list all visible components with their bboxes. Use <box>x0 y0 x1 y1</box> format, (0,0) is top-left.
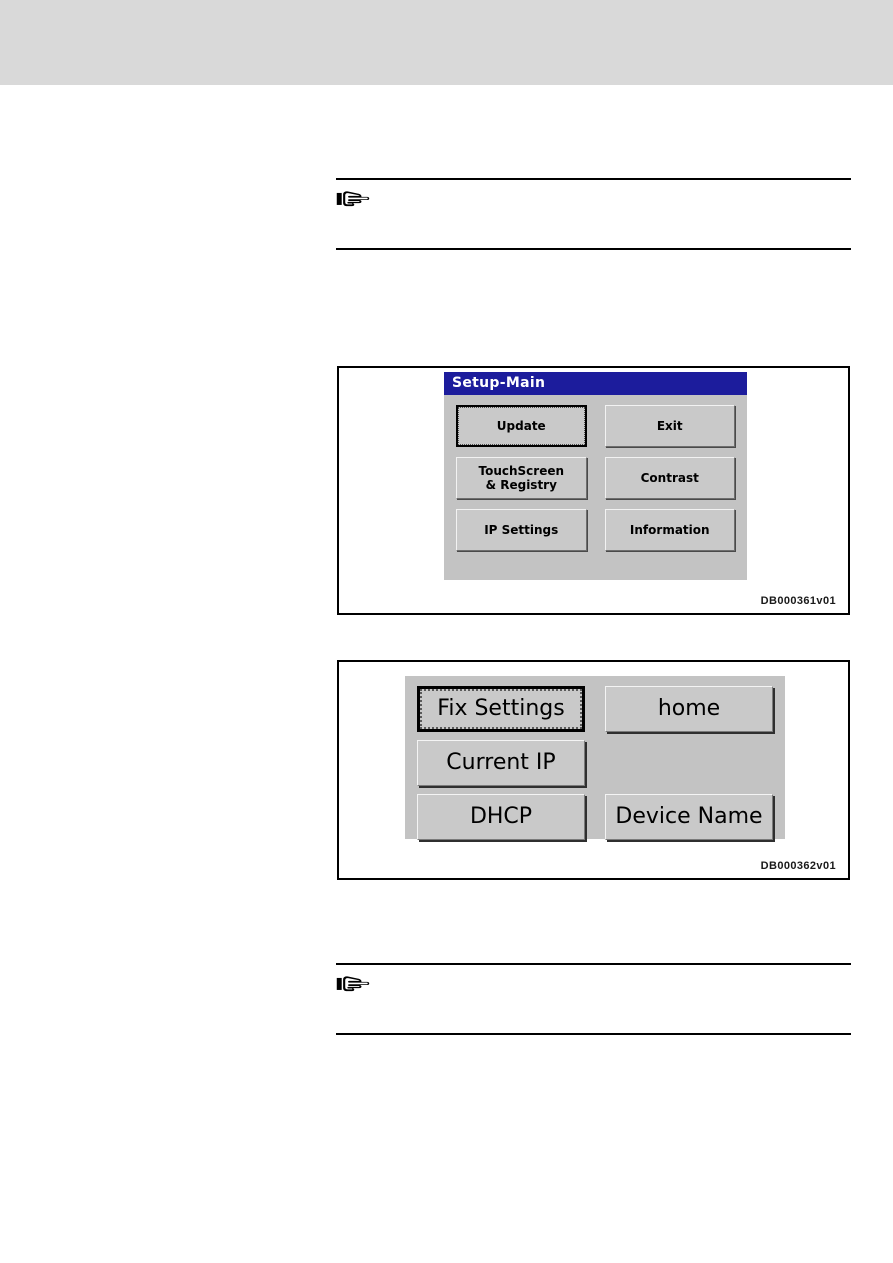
note-text-1 <box>336 212 851 238</box>
device-button-fix-settings-label: Fix Settings <box>420 689 582 729</box>
device-button-contrast-label: Contrast <box>640 471 699 485</box>
device-button-dhcp[interactable]: DHCP <box>417 794 585 840</box>
device-button-grid-2: Fix Settings home Current IP DHCP Device… <box>405 676 785 840</box>
note-text-2 <box>336 997 851 1023</box>
device-button-exit-label: Exit <box>656 419 683 433</box>
device-button-touchscreen-registry[interactable]: TouchScreen & Registry <box>456 457 587 499</box>
device-button-ip-settings[interactable]: IP Settings <box>456 509 587 551</box>
device-button-update-label: Update <box>458 407 585 445</box>
figure-caption-1: DB000361v01 <box>760 595 836 607</box>
device-button-ip-settings-label: IP Settings <box>484 523 559 537</box>
figure-caption-2: DB000362v01 <box>760 860 836 872</box>
pointing-hand-icon <box>336 191 370 207</box>
figure-ip-settings: Fix Settings home Current IP DHCP Device… <box>337 660 850 880</box>
device-button-device-name-label: Device Name <box>615 804 763 829</box>
device-button-empty-slot <box>605 740 773 786</box>
device-titlebar: Setup-Main <box>444 372 747 395</box>
figure-setup-main: Setup-Main Update Exit TouchScreen & Reg… <box>337 366 850 615</box>
device-button-update[interactable]: Update <box>456 405 587 447</box>
device-button-fix-settings[interactable]: Fix Settings <box>417 686 585 732</box>
device-screenshot-setup-main: Setup-Main Update Exit TouchScreen & Reg… <box>444 372 747 580</box>
note-box-1 <box>336 178 851 250</box>
device-button-contrast[interactable]: Contrast <box>604 457 735 499</box>
device-button-home[interactable]: home <box>605 686 773 732</box>
device-screenshot-ip-settings: Fix Settings home Current IP DHCP Device… <box>405 676 785 840</box>
device-button-empty-slot-label <box>605 740 773 786</box>
page-header-band <box>0 0 893 85</box>
device-button-device-name[interactable]: Device Name <box>605 794 773 840</box>
note-box-2 <box>336 963 851 1035</box>
device-button-current-ip-label: Current IP <box>446 750 556 775</box>
device-button-exit[interactable]: Exit <box>604 405 735 447</box>
device-button-information-label: Information <box>629 523 710 537</box>
device-button-current-ip[interactable]: Current IP <box>417 740 585 786</box>
device-button-grid: Update Exit TouchScreen & Registry Contr… <box>444 395 747 561</box>
device-button-information[interactable]: Information <box>604 509 735 551</box>
device-button-dhcp-label: DHCP <box>469 804 533 829</box>
device-button-touchscreen-registry-label: TouchScreen & Registry <box>478 464 565 492</box>
pointing-hand-icon <box>336 976 370 992</box>
device-button-home-label: home <box>657 696 721 721</box>
